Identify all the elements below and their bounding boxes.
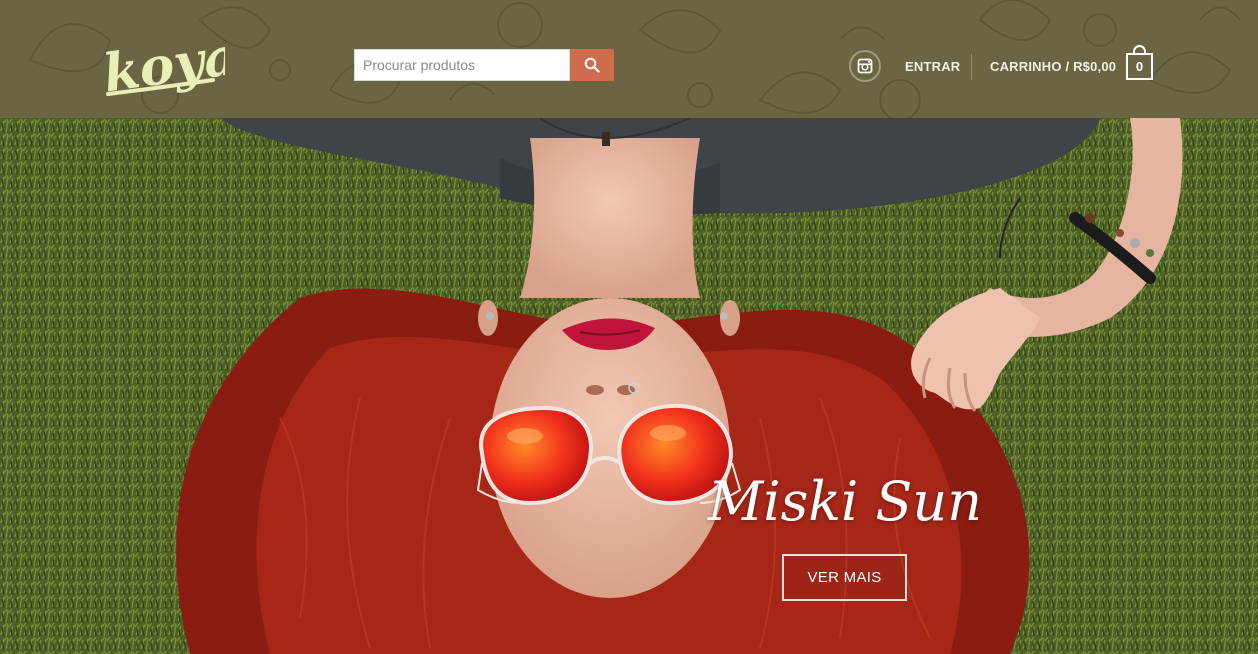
search-icon — [584, 57, 600, 73]
product-search — [354, 49, 614, 81]
header-divider — [971, 54, 972, 80]
instagram-link[interactable] — [849, 50, 881, 82]
hero-banner: Miski Sun VER MAIS — [0, 118, 1258, 654]
hero-title: Miski Sun — [708, 470, 982, 533]
site-header: koya ENTRAR CARRINHO / R$0,00 0 — [0, 0, 1258, 118]
ver-mais-button[interactable]: VER MAIS — [782, 554, 907, 601]
cart-count: 0 — [1135, 59, 1144, 74]
search-input[interactable] — [354, 49, 570, 81]
svg-text:koya: koya — [100, 25, 225, 102]
koya-logo[interactable]: koya — [100, 22, 225, 102]
login-link[interactable]: ENTRAR — [905, 59, 960, 74]
hero-photo — [0, 118, 1258, 654]
cart-count-badge[interactable]: 0 — [1126, 53, 1153, 80]
instagram-icon — [857, 58, 873, 74]
cart-link[interactable]: CARRINHO / R$0,00 — [990, 59, 1116, 74]
search-button[interactable] — [570, 49, 614, 81]
